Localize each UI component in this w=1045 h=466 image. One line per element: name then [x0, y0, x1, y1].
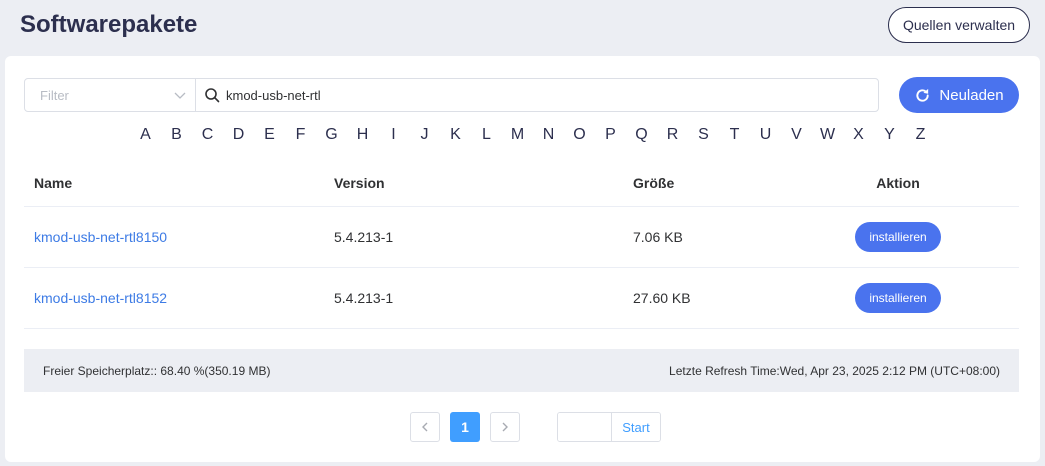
- letter-q[interactable]: Q: [626, 126, 657, 148]
- letter-l[interactable]: L: [471, 126, 502, 148]
- page-jump-input[interactable]: [558, 413, 612, 441]
- letter-w[interactable]: W: [812, 126, 843, 148]
- packages-table: Name Version Größe Aktion kmod-usb-net-r…: [24, 159, 1019, 329]
- letter-g[interactable]: G: [316, 126, 347, 148]
- package-name-link[interactable]: kmod-usb-net-rtl8150: [34, 229, 167, 245]
- filter-select[interactable]: Filter: [24, 78, 196, 112]
- install-button[interactable]: installieren: [855, 283, 941, 313]
- letter-a[interactable]: A: [130, 126, 161, 148]
- letter-t[interactable]: T: [719, 126, 750, 148]
- reload-button[interactable]: Neuladen: [899, 77, 1019, 113]
- package-size: 27.60 KB: [633, 290, 691, 306]
- package-size: 7.06 KB: [633, 229, 683, 245]
- chevron-left-icon: [422, 422, 428, 432]
- package-name-link[interactable]: kmod-usb-net-rtl8152: [34, 290, 167, 306]
- letter-p[interactable]: P: [595, 126, 626, 148]
- alphabet-filter: A B C D E F G H I J K L M N O P Q R S T …: [130, 126, 936, 148]
- letter-n[interactable]: N: [533, 126, 564, 148]
- prev-page-button[interactable]: [410, 412, 440, 442]
- chevron-right-icon: [502, 422, 508, 432]
- letter-f[interactable]: F: [285, 126, 316, 148]
- header-action: Aktion: [876, 174, 920, 191]
- letter-d[interactable]: D: [223, 126, 254, 148]
- refresh-time-text: Letzte Refresh Time:Wed, Apr 23, 2025 2:…: [669, 363, 1000, 378]
- header-size: Größe: [633, 174, 675, 191]
- letter-u[interactable]: U: [750, 126, 781, 148]
- header-version: Version: [334, 174, 385, 191]
- install-button[interactable]: installieren: [855, 222, 941, 252]
- letter-z[interactable]: Z: [905, 126, 936, 148]
- refresh-icon: [916, 88, 930, 102]
- package-version: 5.4.213-1: [334, 290, 394, 306]
- free-space-text: Freier Speicherplatz:: 68.40 %(350.19 MB…: [43, 363, 271, 378]
- table-row: kmod-usb-net-rtl8150 5.4.213-1 7.06 KB i…: [24, 207, 1019, 268]
- search-icon: [205, 88, 220, 103]
- letter-c[interactable]: C: [192, 126, 223, 148]
- letter-h[interactable]: H: [347, 126, 378, 148]
- letter-x[interactable]: X: [843, 126, 874, 148]
- letter-k[interactable]: K: [440, 126, 471, 148]
- chevron-down-icon: [174, 92, 186, 99]
- package-version: 5.4.213-1: [334, 229, 394, 245]
- letter-b[interactable]: B: [161, 126, 192, 148]
- filter-placeholder: Filter: [40, 87, 69, 103]
- letter-v[interactable]: V: [781, 126, 812, 148]
- page-title: Softwarepakete: [20, 11, 198, 38]
- reload-label: Neuladen: [939, 86, 1004, 104]
- page-jump: Start: [557, 412, 661, 442]
- status-bar: Freier Speicherplatz:: 68.40 %(350.19 MB…: [24, 349, 1019, 392]
- page-number-current[interactable]: 1: [450, 412, 480, 442]
- packages-card: Filter Neuladen A B C D E F G H I J K L …: [5, 56, 1040, 462]
- search-input[interactable]: [226, 87, 866, 103]
- search-box: [195, 78, 879, 112]
- letter-i[interactable]: I: [378, 126, 409, 148]
- page-jump-button[interactable]: Start: [612, 413, 660, 441]
- letter-o[interactable]: O: [564, 126, 595, 148]
- letter-r[interactable]: R: [657, 126, 688, 148]
- letter-y[interactable]: Y: [874, 126, 905, 148]
- manage-sources-button[interactable]: Quellen verwalten: [888, 7, 1030, 43]
- letter-s[interactable]: S: [688, 126, 719, 148]
- header-name: Name: [34, 174, 73, 191]
- pagination: 1 Start: [410, 412, 661, 442]
- letter-m[interactable]: M: [502, 126, 533, 148]
- table-row: kmod-usb-net-rtl8152 5.4.213-1 27.60 KB …: [24, 268, 1019, 329]
- table-header: Name Version Größe Aktion: [24, 159, 1019, 207]
- next-page-button[interactable]: [490, 412, 520, 442]
- letter-e[interactable]: E: [254, 126, 285, 148]
- letter-j[interactable]: J: [409, 126, 440, 148]
